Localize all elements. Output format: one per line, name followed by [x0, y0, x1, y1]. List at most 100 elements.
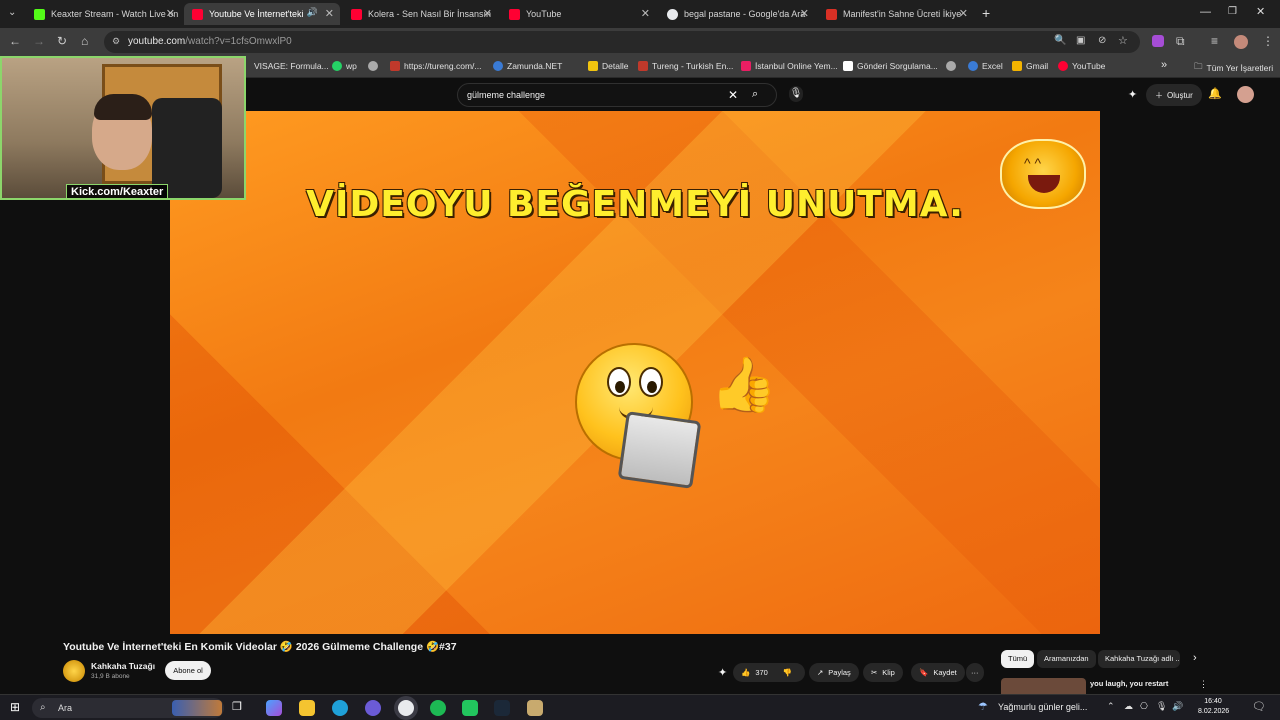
- bookmark-item[interactable]: wp: [332, 61, 357, 71]
- cast-icon[interactable]: ▣: [1076, 35, 1085, 46]
- windows-start-icon[interactable]: ⊞: [10, 700, 20, 714]
- video-player[interactable]: VİDEOYU BEĞENMEYİ UNUTMA. ^ ^ 👍: [170, 111, 1100, 634]
- save-button[interactable]: 🔖 Kaydet: [911, 663, 965, 682]
- notifications-bell-icon[interactable]: 🔔: [1208, 87, 1222, 100]
- tab-list-icon[interactable]: ≡: [1211, 34, 1218, 48]
- recommended-video-title[interactable]: you laugh, you restart: [1090, 679, 1168, 688]
- ai-sparkle-icon[interactable]: ✦: [718, 666, 727, 679]
- zoom-icon[interactable]: 🔍: [1054, 35, 1066, 46]
- channel-name[interactable]: Kahkaha Tuzağı: [91, 661, 155, 671]
- file-explorer-icon[interactable]: [299, 700, 315, 716]
- bookmark-item[interactable]: Gmail: [1012, 61, 1048, 71]
- bookmark-item[interactable]: YouTube: [1058, 61, 1105, 71]
- bookmark-item[interactable]: https://tureng.com/...: [390, 61, 481, 71]
- all-bookmarks-folder[interactable]: 🗀 Tüm Yer İşaretleri: [1194, 61, 1273, 75]
- app-icon[interactable]: [462, 700, 478, 716]
- cargo-icon: [843, 61, 853, 71]
- recommended-menu-icon[interactable]: ⋮: [1199, 679, 1208, 690]
- tracking-protection-icon[interactable]: ⊘: [1098, 35, 1106, 46]
- globe-icon: [368, 61, 378, 71]
- site-info-icon[interactable]: ⚙: [112, 36, 120, 47]
- volume-icon[interactable]: 🔊: [1172, 701, 1183, 712]
- tab-search-icon[interactable]: ⌄: [8, 7, 16, 18]
- microphone-icon[interactable]: 🎙: [1156, 701, 1167, 712]
- onedrive-icon[interactable]: ☁: [1124, 701, 1133, 712]
- more-bookmarks-icon[interactable]: »: [1161, 59, 1167, 71]
- close-tab-icon[interactable]: ✕: [641, 7, 650, 20]
- reload-icon[interactable]: ↻: [57, 34, 67, 48]
- like-count[interactable]: 370: [755, 668, 768, 677]
- search-input[interactable]: gülmeme challenge ✕ ⌕: [457, 83, 777, 107]
- chip-channel[interactable]: Kahkaha Tuzağı adlı ...: [1098, 650, 1180, 668]
- tab-kick-stream[interactable]: Keaxter Stream - Watch Live on ✕: [26, 3, 181, 25]
- clear-search-icon[interactable]: ✕: [728, 88, 738, 102]
- edge-icon[interactable]: [332, 700, 348, 716]
- bookmark-item[interactable]: VISAGE: Formula...: [254, 61, 329, 71]
- bookmark-item[interactable]: İstanbul Online Yem...: [741, 61, 838, 71]
- bookmark-item[interactable]: Detalle: [588, 61, 628, 71]
- close-window-icon[interactable]: ✕: [1256, 5, 1265, 18]
- close-tab-icon[interactable]: ✕: [325, 7, 334, 20]
- bookmark-item[interactable]: Excel: [968, 61, 1003, 71]
- task-view-icon[interactable]: ❐: [232, 700, 248, 716]
- tab-title: Manifest'in Sahne Ücreti İkiye: [843, 9, 962, 19]
- taskbar-search[interactable]: ⌕ Ara: [32, 698, 224, 718]
- tab-youtube-video[interactable]: Youtube Ve İnternet'teki En 🔊 ✕: [184, 3, 340, 25]
- tray-chevron-icon[interactable]: ⌃: [1107, 701, 1115, 712]
- extensions-puzzle-icon[interactable]: ⧉: [1176, 34, 1185, 49]
- bookmark-item[interactable]: Gönderi Sorgulama...: [843, 61, 938, 71]
- spotify-icon[interactable]: [430, 700, 446, 716]
- restore-icon[interactable]: ❐: [1228, 6, 1237, 17]
- chevron-right-icon[interactable]: ›: [1193, 652, 1197, 664]
- browser-menu-icon[interactable]: ⋮: [1262, 34, 1274, 48]
- bookmark-item[interactable]: [368, 61, 382, 71]
- share-button[interactable]: ↗ Paylaş: [809, 663, 859, 682]
- studio-icon[interactable]: ✦: [1128, 88, 1137, 101]
- home-icon[interactable]: ⌂: [81, 34, 88, 48]
- new-tab-button[interactable]: +: [982, 5, 990, 21]
- bookmark-star-icon[interactable]: ☆: [1118, 34, 1128, 47]
- like-icon[interactable]: 👍: [741, 668, 750, 677]
- close-tab-icon[interactable]: ✕: [483, 7, 492, 20]
- account-avatar[interactable]: [1237, 86, 1254, 103]
- minimize-icon[interactable]: —: [1200, 6, 1211, 18]
- copilot-icon[interactable]: [266, 700, 282, 716]
- speaker-icon[interactable]: 🔊: [307, 7, 318, 18]
- back-icon[interactable]: ←: [9, 34, 21, 48]
- recommended-video-thumbnail[interactable]: [1001, 678, 1086, 694]
- forward-icon[interactable]: →: [33, 34, 45, 48]
- create-button[interactable]: ＋ Oluştur: [1146, 84, 1202, 106]
- taskbar-clock[interactable]: 16:40 8.02.2026: [1198, 697, 1229, 717]
- channel-avatar[interactable]: [63, 660, 85, 682]
- tab-manifest-news[interactable]: Manifest'in Sahne Ücreti İkiye ✕: [818, 3, 974, 25]
- discord-icon[interactable]: [365, 700, 381, 716]
- chip-from-search[interactable]: Aramanızdan: [1037, 650, 1096, 668]
- youtube-favicon-icon: [351, 8, 362, 20]
- chrome-icon[interactable]: [398, 700, 414, 716]
- network-icon[interactable]: ⎔: [1140, 701, 1148, 712]
- close-tab-icon[interactable]: ✕: [800, 7, 809, 20]
- tab-google-search[interactable]: begal pastane - Google'da Ara ✕: [659, 3, 815, 25]
- weather-text[interactable]: Yağmurlu günler geli...: [998, 702, 1087, 712]
- bookmark-item[interactable]: Tureng - Turkish En...: [638, 61, 733, 71]
- league-of-legends-icon[interactable]: [527, 700, 543, 716]
- close-tab-icon[interactable]: ✕: [166, 7, 175, 20]
- clip-button[interactable]: ✂ Klip: [863, 663, 903, 682]
- search-icon[interactable]: ⌕: [752, 88, 758, 101]
- more-actions-button[interactable]: ···: [966, 663, 984, 682]
- steam-icon[interactable]: [494, 700, 510, 716]
- tab-kolera[interactable]: Kolera - Sen Nasıl Bir İnsansın ✕: [343, 3, 498, 25]
- voice-search-icon[interactable]: 🎙: [789, 86, 803, 102]
- bookmark-item[interactable]: Zamunda.NET: [493, 61, 562, 71]
- chip-all[interactable]: Tümü: [1001, 650, 1035, 668]
- close-tab-icon[interactable]: ✕: [959, 7, 968, 20]
- subscribe-button[interactable]: Abone ol: [165, 661, 211, 680]
- dislike-icon[interactable]: 👎: [783, 668, 792, 677]
- webcam-overlay: Kick.com/Keaxter: [0, 56, 246, 200]
- bookmark-item[interactable]: [946, 61, 960, 71]
- profile-avatar[interactable]: [1234, 35, 1248, 49]
- tab-youtube[interactable]: YouTube ✕: [501, 3, 656, 25]
- notification-center-icon[interactable]: 🗨: [1252, 700, 1266, 713]
- extension-icon[interactable]: [1152, 35, 1164, 47]
- address-bar[interactable]: ⚙ youtube.com/watch?v=1cfsOmwxlP0 🔍 ▣ ⊘ …: [104, 31, 1140, 53]
